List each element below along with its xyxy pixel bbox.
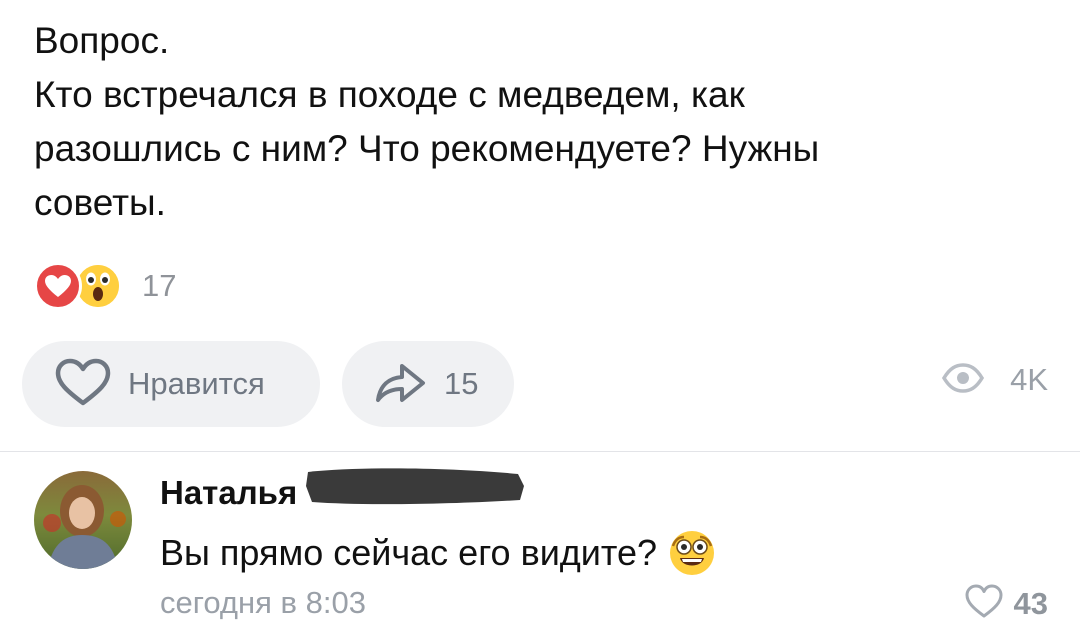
post-text-line: разошлись с ним? Что рекомендуете? Нужны <box>34 128 820 169</box>
post-text-line: Вопрос. <box>34 20 170 61</box>
comment-text-content: Вы прямо сейчас его видите? <box>160 532 658 573</box>
like-button-label: Нравится <box>128 366 265 401</box>
comment-text: Вы прямо сейчас его видите? <box>160 530 715 576</box>
comment-likes-count: 43 <box>1013 585 1048 621</box>
comment-like-button[interactable]: 43 <box>964 583 1048 624</box>
comment-author-name[interactable]: Наталья <box>160 474 297 512</box>
eye-icon <box>942 362 985 398</box>
like-button[interactable]: Нравится <box>22 341 320 427</box>
post-text-line: советы. <box>34 182 166 223</box>
views-counter: 4K <box>942 362 1048 398</box>
comment-timestamp[interactable]: сегодня в 8:03 <box>160 585 366 621</box>
post-text: Вопрос. Кто встречался в походе с медвед… <box>34 14 1034 230</box>
heart-outline-icon <box>54 357 112 412</box>
heart-outline-icon <box>964 583 1004 624</box>
redacted-surname <box>306 468 524 505</box>
post-text-line: Кто встречался в походе с медведем, как <box>34 74 745 115</box>
comments-divider <box>0 451 1080 452</box>
avatar[interactable] <box>34 471 132 569</box>
heart-reaction-icon <box>34 262 82 310</box>
share-button[interactable]: 15 <box>342 341 514 427</box>
share-arrow-icon <box>372 358 428 411</box>
reactions-count: 17 <box>142 268 177 303</box>
reactions-summary[interactable]: 17 <box>34 262 176 310</box>
views-count: 4K <box>1010 362 1048 397</box>
grinning-face-with-big-eyes-icon <box>669 530 715 576</box>
share-count: 15 <box>444 366 479 401</box>
